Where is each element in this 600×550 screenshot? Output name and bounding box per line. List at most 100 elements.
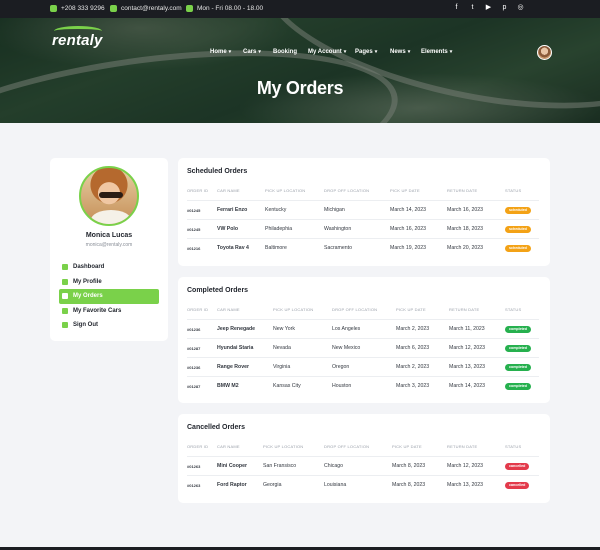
facebook-icon[interactable]: f xyxy=(453,4,460,12)
pinterest-icon[interactable]: p xyxy=(501,4,508,12)
nav-item-label: Booking xyxy=(273,49,297,55)
column-header: Order ID xyxy=(187,188,209,193)
chevron-down-icon: ▾ xyxy=(343,49,347,55)
pickup-location: New York xyxy=(273,326,295,332)
menu-item-label: My Orders xyxy=(73,293,103,300)
phone-contact[interactable]: +208 333 9296 xyxy=(50,5,105,12)
order-id: #01287 xyxy=(187,384,201,389)
car-name: VW Polo xyxy=(217,226,239,232)
status-badge: completed xyxy=(505,345,531,352)
column-header: Return Date xyxy=(447,444,478,449)
nav-item-pages[interactable]: Pages ▾ xyxy=(355,49,377,55)
profile-menu: Dashboard My Profile My Orders My Favorite … xyxy=(59,260,159,333)
sign-out-icon xyxy=(62,322,68,329)
nav-item-label: Cars xyxy=(243,49,257,55)
dropoff-location: Chicago xyxy=(324,463,344,469)
pickup-location: Virginia xyxy=(273,364,291,370)
column-header: Pick Up Location xyxy=(273,307,314,312)
return-date: March 13, 2023 xyxy=(447,482,484,488)
nav-item-news[interactable]: News ▾ xyxy=(390,49,410,55)
car-name: Ferrari Enzo xyxy=(217,207,248,213)
return-date: March 20, 2023 xyxy=(447,245,484,251)
column-header: Car Name xyxy=(217,444,240,449)
car-name: Jeep Renegade xyxy=(217,326,256,332)
menu-item-my-profile[interactable]: My Profile xyxy=(59,275,159,290)
email-icon xyxy=(110,5,117,12)
table-row[interactable]: #01236 Jeep Renegade New York Los Angeles Ma… xyxy=(187,319,539,338)
column-header: Status xyxy=(505,188,522,193)
table-row[interactable]: #01245 Ferrari Enzo Kentucky Michigan March … xyxy=(187,200,539,219)
order-id: #01245 xyxy=(187,208,201,213)
car-name: Ford Raptor xyxy=(217,482,247,488)
nav-item-booking[interactable]: Booking xyxy=(273,49,297,55)
table-row[interactable]: #01216 Toyota Rav 4 Baltimore Sacramento Mar… xyxy=(187,238,539,257)
column-header: Status xyxy=(505,444,522,449)
dropoff-location: Houston xyxy=(332,383,352,389)
return-date: March 12, 2023 xyxy=(449,345,486,351)
column-header: Pick Up Date xyxy=(392,444,422,449)
pickup-date: March 2, 2023 xyxy=(396,364,430,370)
status-badge: cancelled xyxy=(505,463,530,470)
status-badge: completed xyxy=(505,383,531,390)
car-name: Mini Cooper xyxy=(217,463,247,469)
table-row[interactable]: #01287 Hyundai Staria Nevada New Mexico Marc… xyxy=(187,338,539,357)
table-row[interactable]: #01287 BMW M2 Kansas City Houston March 3, 2… xyxy=(187,376,539,395)
table-header: Order ID Car Name Pick Up Location Drop Off… xyxy=(187,188,539,196)
profile-email: monica@rentaly.com xyxy=(85,242,133,248)
home-icon xyxy=(62,264,68,271)
instagram-icon[interactable]: ◎ xyxy=(517,4,524,12)
column-header: Car Name xyxy=(217,188,240,193)
menu-item-label: Sign Out xyxy=(73,322,98,329)
pickup-location: Nevada xyxy=(273,345,291,351)
nav-item-my-account[interactable]: My Account ▾ xyxy=(308,49,346,55)
menu-item-sign-out[interactable]: Sign Out xyxy=(59,318,159,333)
pickup-location: Kansas City xyxy=(273,383,301,389)
scheduled-orders-card: Scheduled Orders Order ID Car Name Pick Up … xyxy=(178,158,550,266)
table-row[interactable]: #01263 Mini Cooper San Fransisco Chicago Mar… xyxy=(187,456,539,475)
dropoff-location: Louisiana xyxy=(324,482,347,488)
dropoff-location: Michigan xyxy=(324,207,345,213)
nav-item-elements[interactable]: Elements ▾ xyxy=(421,49,452,55)
email-text: contact@rentaly.com xyxy=(121,5,182,12)
chevron-down-icon: ▾ xyxy=(449,49,453,55)
status-badge: completed xyxy=(505,326,531,333)
card-title: Completed Orders xyxy=(187,287,249,294)
car-name: Hyundai Staria xyxy=(217,345,254,351)
column-header: Car Name xyxy=(217,307,240,312)
twitter-icon[interactable]: t xyxy=(469,4,476,12)
youtube-icon[interactable]: ▶ xyxy=(485,4,492,12)
nav-item-home[interactable]: Home ▾ xyxy=(210,49,231,55)
profile-photo-glasses xyxy=(99,192,123,198)
hours-info: Mon - Fri 08.00 - 18.00 xyxy=(186,5,263,12)
phone-text: +208 333 9296 xyxy=(61,5,105,12)
column-header: Drop Off Location xyxy=(324,444,370,449)
user-icon xyxy=(62,278,68,285)
menu-item-my-favorite-cars[interactable]: My Favorite Cars xyxy=(59,304,159,319)
chevron-down-icon: ▾ xyxy=(228,49,232,55)
table-row[interactable]: #01245 VW Polo Philadephia Washington March … xyxy=(187,219,539,238)
order-id: #01263 xyxy=(187,464,201,469)
status-badge: scheduled xyxy=(505,245,531,252)
card-title: Cancelled Orders xyxy=(187,424,245,431)
order-id: #01236 xyxy=(187,365,201,370)
clock-icon xyxy=(186,5,193,12)
menu-item-dashboard[interactable]: Dashboard xyxy=(59,260,159,275)
pickup-date: March 3, 2023 xyxy=(396,383,430,389)
logo[interactable]: rentaly xyxy=(52,32,103,49)
card-title: Scheduled Orders xyxy=(187,168,248,175)
table-row[interactable]: #01263 Ford Raptor Georgia Louisiana March 8… xyxy=(187,475,539,494)
pickup-location: San Fransisco xyxy=(263,463,297,469)
hours-text: Mon - Fri 08.00 - 18.00 xyxy=(197,5,264,12)
nav-item-cars[interactable]: Cars ▾ xyxy=(243,49,261,55)
table-row[interactable]: #01236 Range Rover Virginia Oregon March 2, … xyxy=(187,357,539,376)
pickup-date: March 16, 2023 xyxy=(390,226,427,232)
column-header: Pick Up Date xyxy=(390,188,420,193)
user-avatar[interactable] xyxy=(537,45,552,60)
menu-item-my-orders[interactable]: My Orders xyxy=(59,289,159,304)
email-contact[interactable]: contact@rentaly.com xyxy=(110,5,182,12)
cancelled-orders-card: Cancelled Orders Order ID Car Name Pick Up … xyxy=(178,414,550,503)
profile-photo xyxy=(79,166,139,226)
phone-icon xyxy=(50,5,57,12)
status-badge: scheduled xyxy=(505,207,531,214)
return-date: March 12, 2023 xyxy=(447,463,484,469)
